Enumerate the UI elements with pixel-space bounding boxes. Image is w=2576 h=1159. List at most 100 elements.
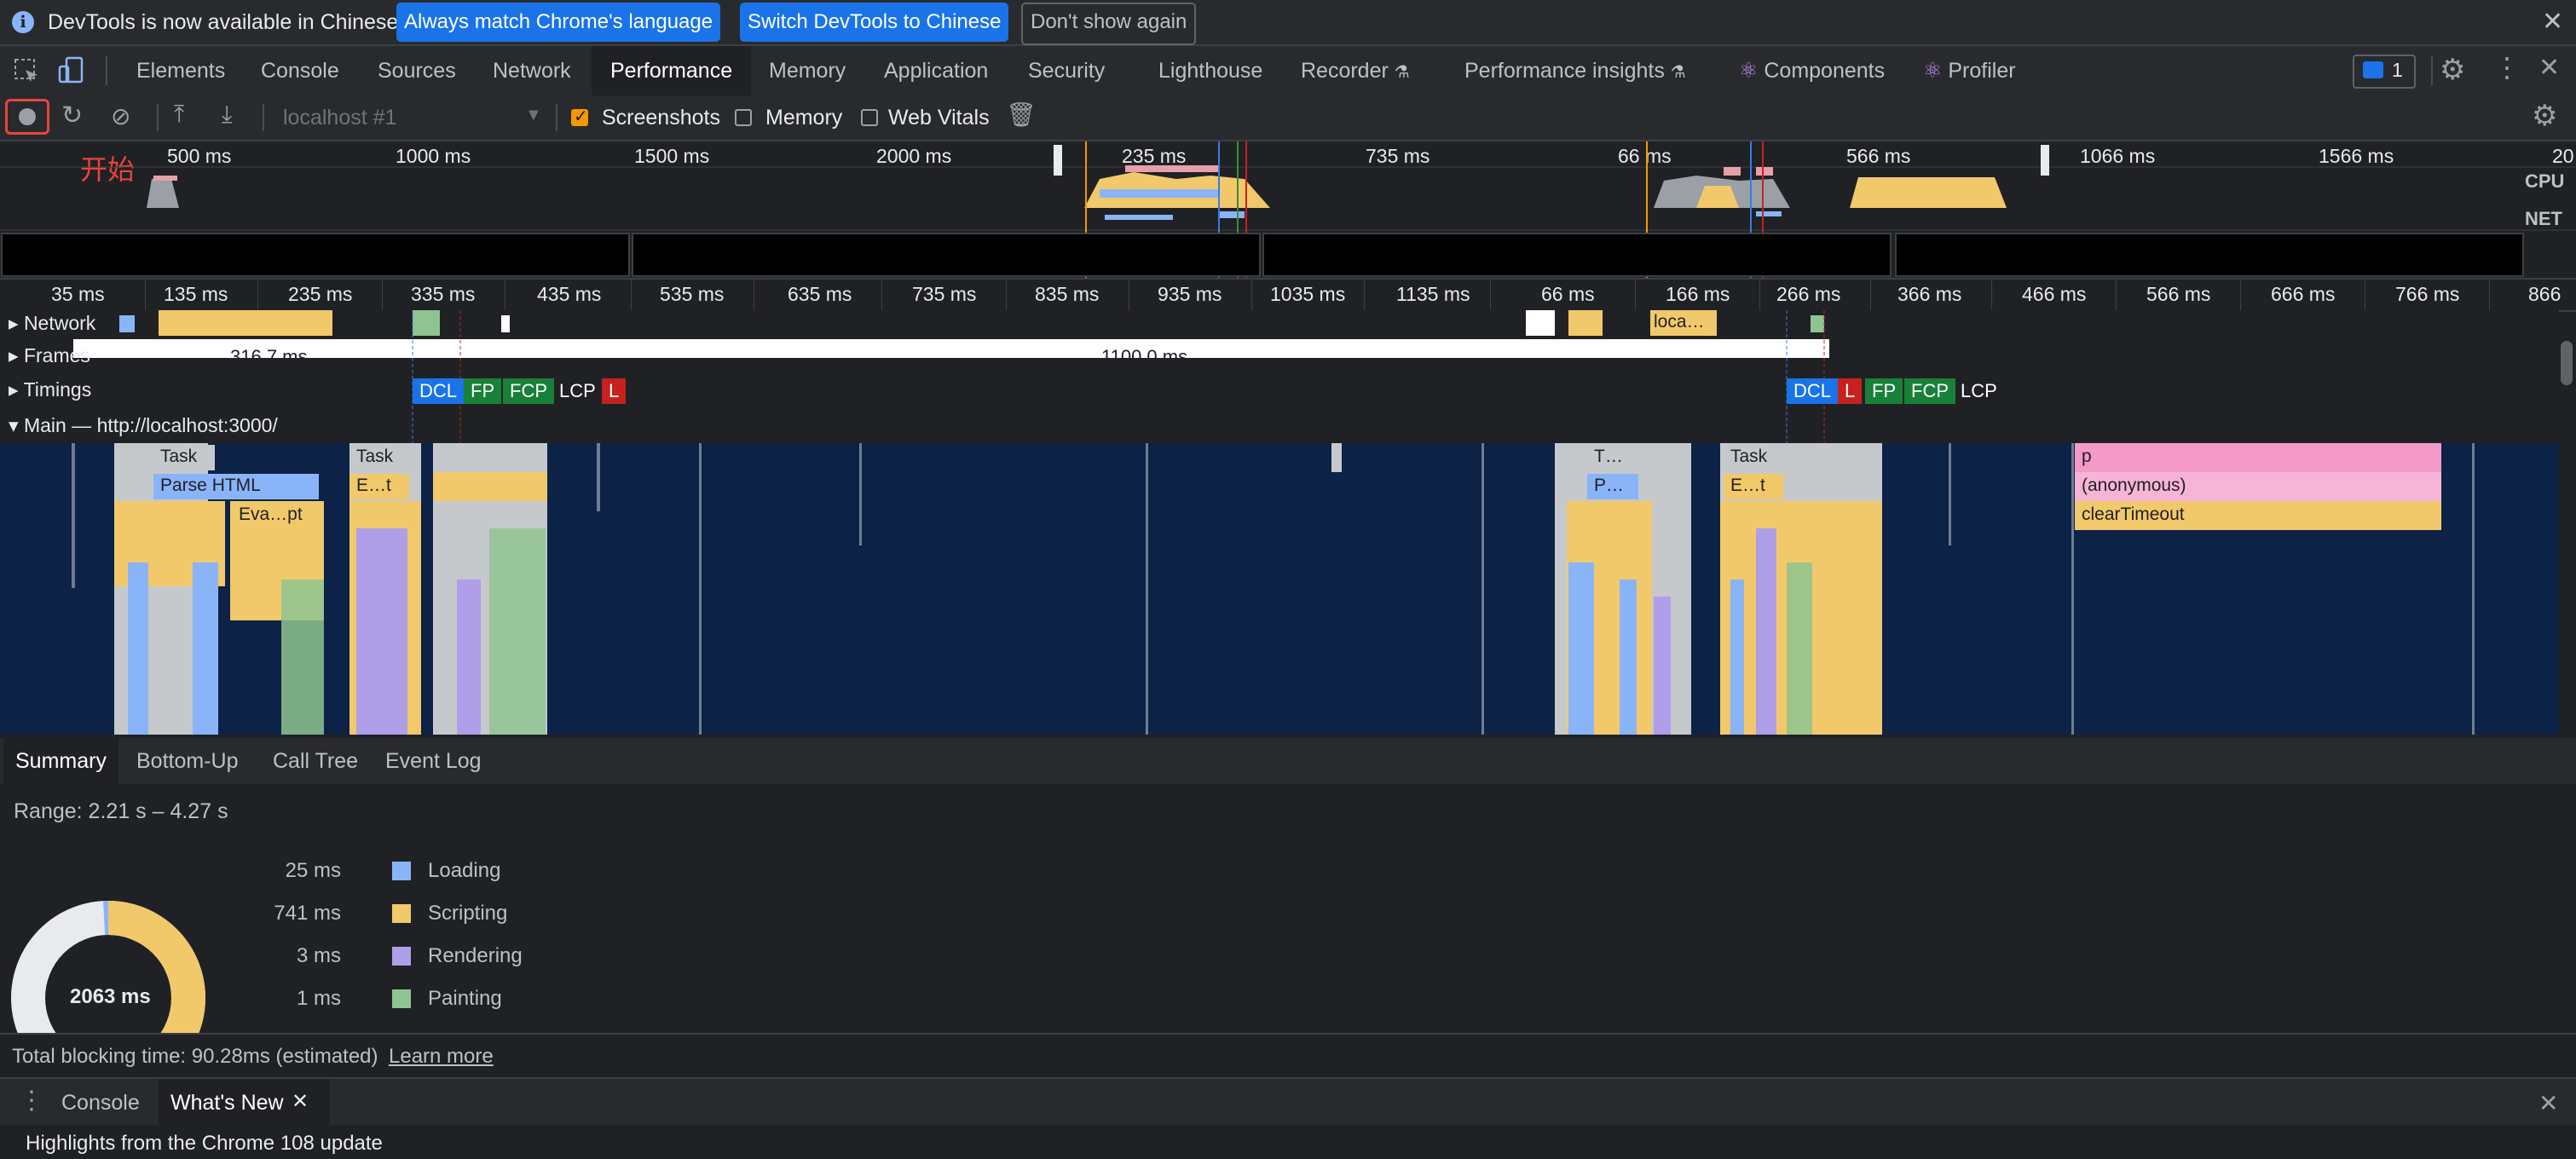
settings-gear-icon[interactable]: ⚙ [2440,53,2465,87]
tab-event-log[interactable]: Event Log [373,738,494,784]
tab-application[interactable]: Application [884,46,988,95]
tab-performance[interactable]: Performance [592,46,752,95]
ruler-gridline [1251,280,1252,310]
tab-network[interactable]: Network [493,46,571,95]
load-marker[interactable]: L [602,378,627,404]
inspect-element-icon[interactable] [14,58,41,85]
tab-elements[interactable]: Elements [136,46,225,95]
switch-to-chinese-button[interactable]: Switch DevTools to Chinese [740,3,1009,42]
tab-components[interactable]: ⚛ Components [1739,46,1885,95]
capture-settings-icon[interactable]: ⚙ [2532,99,2557,133]
screenshots-checkbox[interactable]: ✓ [571,107,588,126]
issues-count: 1 [2392,59,2403,81]
parse-html-block[interactable]: P… [1587,474,1638,499]
experiment-flask-icon: ⚗ [1394,63,1410,82]
close-tab-icon[interactable]: ✕ [292,1089,309,1114]
task-block[interactable]: Task [153,445,215,470]
tab-lighthouse[interactable]: Lighthouse [1158,46,1262,95]
ruler-tick: 566 ms [2146,283,2211,305]
total-blocking-bar: Total blocking time: 90.28ms (estimated)… [0,1033,2576,1079]
reload-record-icon[interactable]: ↻ [61,101,83,130]
memory-label: Memory [765,106,843,130]
close-devtools-icon[interactable]: ✕ [2538,53,2560,83]
infobar-message: DevTools is now available in Chinese! [48,10,405,34]
ruler-tick: 735 ms [912,283,977,305]
issues-counter[interactable]: 1 [2353,55,2416,89]
tab-recorder[interactable]: Recorder ⚗ [1301,46,1410,95]
memory-checkbox[interactable] [735,109,752,126]
collect-garbage-icon[interactable]: 🗑 [1006,101,1037,129]
record-button[interactable] [5,99,49,135]
message-icon [2363,61,2383,78]
tab-performance-insights-label: Performance insights [1464,59,1665,83]
drawer-tab-console[interactable]: Console [49,1079,152,1127]
ruler-tick: 235 ms [288,283,353,305]
clear-timeout-block[interactable]: clearTimeout [2075,503,2441,528]
lcp-marker[interactable]: LCP [552,378,603,404]
lcp-marker[interactable]: LCP [1954,378,2004,404]
tab-console[interactable]: Console [261,46,339,95]
tab-call-tree[interactable]: Call Tree [261,738,370,784]
tab-security[interactable]: Security [1028,46,1105,95]
drawer-menu-icon[interactable]: ⋮ [19,1086,44,1116]
task-block[interactable]: Task [349,445,409,470]
frame-duration-1[interactable]: 316.7 ms [230,346,308,368]
timeline-overview[interactable]: 开始 500 ms 1000 ms 1500 ms 2000 ms 235 ms… [0,141,2576,280]
close-drawer-icon[interactable]: ✕ [2538,1089,2558,1117]
ruler-gridline [1870,280,1871,310]
download-profile-icon[interactable]: ⤓ [222,101,232,129]
frames-track-toggle[interactable]: ▸ Frames [9,344,90,367]
close-infobar-icon[interactable]: ✕ [2542,7,2563,37]
upload-profile-icon[interactable]: ⤒ [174,101,184,129]
main-thread-flame-chart[interactable]: Task Task Parse HTML E…t Eva…pt T… P… Ta… [0,443,2559,735]
evaluate-script-block[interactable]: E…t [1724,474,1783,499]
dcl-marker[interactable]: DCL [1787,378,1839,404]
track-lanes [73,310,1829,443]
load-marker[interactable]: L [1838,378,1863,404]
evaluate-script-block[interactable]: E…t [349,474,409,499]
always-match-language-button[interactable]: Always match Chrome's language [396,3,721,42]
ruler-gridline [631,280,632,310]
main-track-toggle[interactable]: ▾ Main — http://localhost:3000/ [9,414,278,437]
selected-range: Range: 2.21 s – 4.27 s [14,799,228,823]
tab-performance-insights[interactable]: Performance insights ⚗ [1464,46,1686,95]
ruler-tick: 466 ms [2022,283,2087,305]
frame-duration-2[interactable]: 1100.0 ms [1101,346,1187,368]
check-icon: ✓ [574,107,588,126]
fcp-marker[interactable]: FCP [1904,378,1955,404]
timeline-scrollbar[interactable] [2561,341,2573,385]
target-select[interactable]: localhost #1 [283,106,396,130]
dcl-marker[interactable]: DCL [413,378,465,404]
device-toolbar-icon[interactable] [58,56,85,85]
main-track-label: Main — http://localhost:3000/ [23,414,278,436]
dont-show-again-button[interactable]: Don't show again [1021,3,1197,45]
tab-sources[interactable]: Sources [378,46,456,95]
anonymous-function-block[interactable]: (anonymous) [2075,474,2441,499]
clear-icon[interactable]: ⊘ [111,102,130,130]
legend-label: Rendering [428,944,523,967]
task-block[interactable]: Task [1724,445,1792,470]
evaluate-script-block[interactable]: Eva…pt [232,503,317,528]
tab-bottom-up[interactable]: Bottom-Up [124,738,250,784]
fp-marker[interactable]: FP [464,378,502,404]
fcp-marker[interactable]: FCP [503,378,554,404]
timings-track-toggle[interactable]: ▸ Timings [9,378,91,401]
function-call-block[interactable]: p [2075,445,2133,470]
more-options-icon[interactable]: ⋮ [2493,51,2521,84]
ruler-tick: 635 ms [788,283,852,305]
whats-new-headline: Highlights from the Chrome 108 update [26,1132,383,1155]
info-icon: i [12,11,34,33]
parse-html-block[interactable]: Parse HTML [153,474,319,499]
tab-memory[interactable]: Memory [769,46,846,95]
web-vitals-checkbox[interactable] [861,109,878,126]
tab-profiler[interactable]: ⚛ Profiler [1923,46,2016,95]
legend-value: 25 ms [285,859,341,882]
task-block[interactable]: T… [1587,445,1638,470]
record-icon [19,108,36,125]
network-track-toggle[interactable]: ▸ Network [9,312,95,335]
ruler-tick: 866 [2528,283,2562,305]
learn-more-link[interactable]: Learn more [389,1045,494,1069]
tab-summary[interactable]: Summary [3,738,118,784]
fp-marker[interactable]: FP [1865,378,1903,404]
legend-label: Painting [428,987,502,1010]
